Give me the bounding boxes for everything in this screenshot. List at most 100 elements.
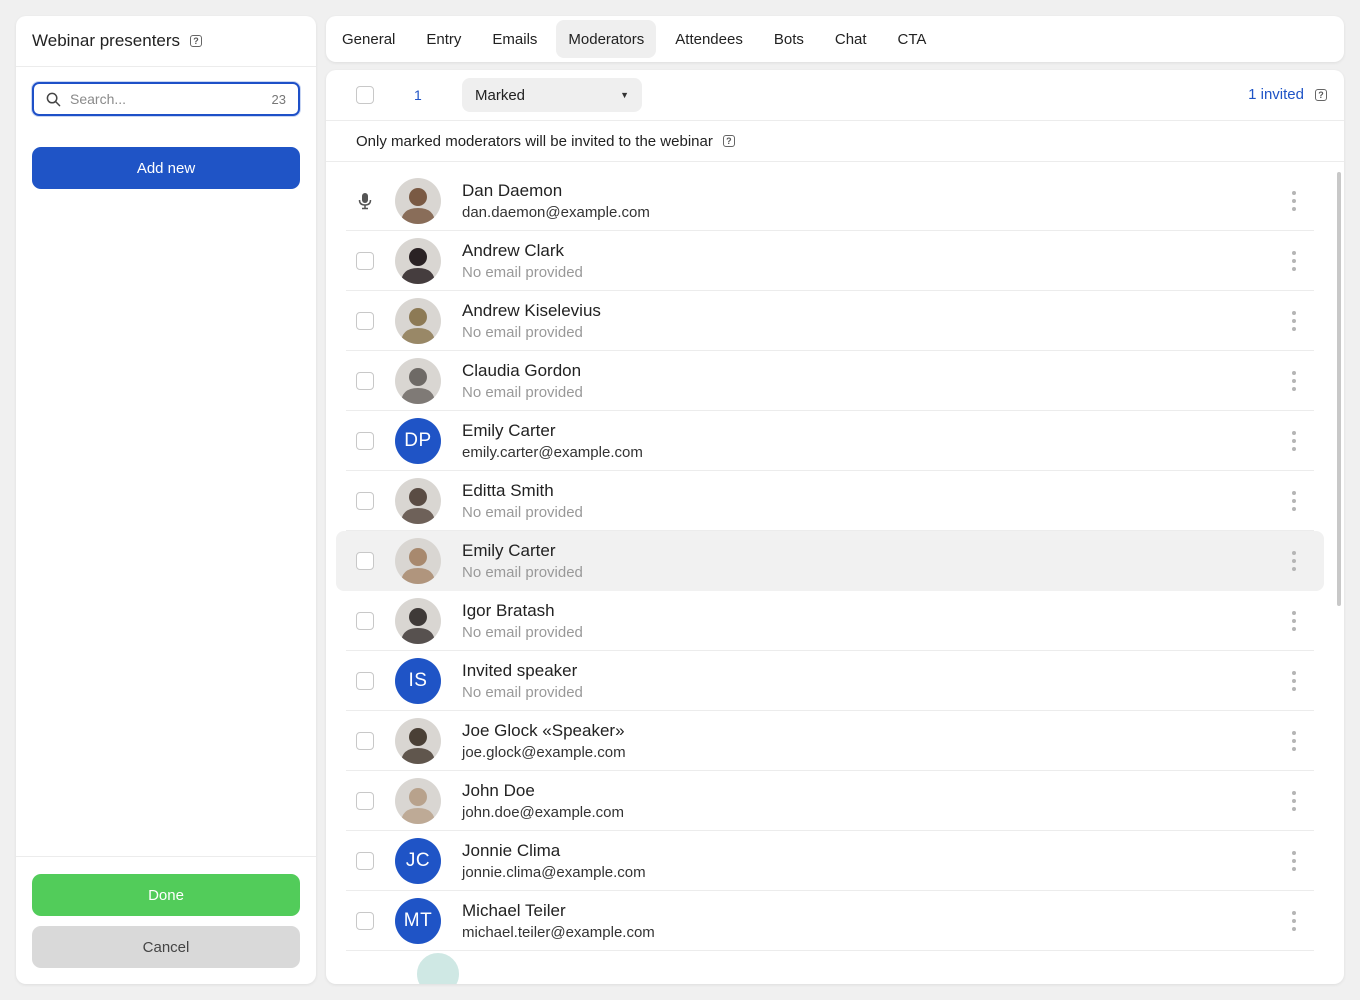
selected-count: 1 [414,87,422,103]
done-button[interactable]: Done [32,874,300,916]
tab-moderators[interactable]: Moderators [556,20,657,58]
avatar [395,238,441,284]
more-options-icon[interactable] [1292,191,1296,211]
moderator-email: No email provided [462,624,583,641]
avatar: IS [395,658,441,704]
caret-down-icon: ▼ [620,90,629,100]
moderator-row[interactable]: Andrew Kiselevius No email provided [346,291,1314,351]
cancel-button[interactable]: Cancel [32,926,300,968]
moderator-row[interactable]: Dan Daemon dan.daemon@example.com [346,171,1314,231]
search-count: 23 [271,91,286,107]
more-options-icon[interactable] [1292,791,1296,811]
scrollbar[interactable] [1337,172,1341,606]
search-input[interactable] [70,91,272,107]
moderator-row[interactable]: Joe Glock «Speaker» joe.glock@example.com [346,711,1314,771]
moderator-email: dan.daemon@example.com [462,204,650,221]
moderator-email: michael.teiler@example.com [462,924,655,941]
avatar: DP [395,418,441,464]
search-icon [46,92,61,106]
help-icon[interactable]: ? [722,135,735,147]
moderator-name: Joe Glock «Speaker» [462,721,625,740]
moderator-email: emily.carter@example.com [462,444,643,461]
more-options-icon[interactable] [1292,911,1296,931]
select-checkbox[interactable] [356,672,374,690]
tab-emails[interactable]: Emails [480,20,549,58]
avatar-initials: DP [404,430,432,451]
settings-tabs: General Entry Emails Moderators Attendee… [326,16,1344,62]
more-options-icon[interactable] [1292,491,1296,511]
avatar [395,538,441,584]
more-options-icon[interactable] [1292,611,1296,631]
help-icon[interactable]: ? [1315,89,1327,101]
select-checkbox[interactable] [356,252,374,270]
more-options-icon[interactable] [1292,671,1296,691]
select-all-checkbox[interactable] [356,86,374,104]
avatar [395,598,441,644]
tab-cta[interactable]: CTA [886,20,939,58]
select-checkbox[interactable] [356,612,374,630]
avatar [395,358,441,404]
more-options-icon[interactable] [1292,431,1296,451]
panel-footer: Done Cancel [16,856,316,984]
moderator-name: Invited speaker [462,661,578,680]
moderator-row[interactable]: IS Invited speaker No email provided [346,651,1314,711]
info-row: Only marked moderators will be invited t… [326,121,1344,162]
moderator-email: john.doe@example.com [462,804,624,821]
moderator-email: No email provided [462,264,583,281]
moderator-name: Igor Bratash [462,601,555,620]
tab-chat[interactable]: Chat [823,20,879,58]
filter-value: Marked [475,86,526,104]
select-checkbox[interactable] [356,552,374,570]
moderator-row[interactable]: JC Jonnie Clima jonnie.clima@example.com [346,831,1314,891]
moderators-toolbar: 1 Marked ▼ 1 invited ? [326,70,1344,121]
help-icon[interactable]: ? [190,35,203,47]
moderator-name: Claudia Gordon [462,361,582,380]
moderator-row[interactable]: Igor Bratash No email provided [346,591,1314,651]
filter-select[interactable]: Marked ▼ [462,78,642,112]
select-checkbox[interactable] [356,492,374,510]
search-box[interactable]: 23 [32,82,300,116]
select-checkbox[interactable] [356,312,374,330]
more-options-icon[interactable] [1292,851,1296,871]
more-options-icon[interactable] [1292,311,1296,331]
moderator-row[interactable]: DP Emily Carter emily.carter@example.com [346,411,1314,471]
moderator-row[interactable]: Emily Carter No email provided [336,531,1324,591]
select-checkbox[interactable] [356,852,374,870]
invited-link[interactable]: 1 invited [1248,86,1304,103]
avatar: MT [395,898,441,944]
moderator-name: Dan Daemon [462,181,563,200]
moderator-row[interactable] [346,951,1314,984]
select-checkbox[interactable] [356,792,374,810]
more-options-icon[interactable] [1292,251,1296,271]
panel-title: Webinar presenters [32,31,181,50]
moderator-name: Andrew Kiselevius [462,301,601,320]
moderator-row[interactable]: Andrew Clark No email provided [346,231,1314,291]
moderator-name: Editta Smith [462,481,554,500]
presenters-panel: Webinar presenters ? 23 Add new Done Can… [16,16,316,984]
more-options-icon[interactable] [1292,551,1296,571]
moderator-email: No email provided [462,324,583,341]
avatar [395,718,441,764]
moderator-row[interactable]: Claudia Gordon No email provided [346,351,1314,411]
tab-bots[interactable]: Bots [762,20,816,58]
moderator-email: No email provided [462,684,583,701]
add-new-button[interactable]: Add new [32,147,300,189]
moderator-name: John Doe [462,781,535,800]
more-options-icon[interactable] [1292,731,1296,751]
select-checkbox[interactable] [356,372,374,390]
tab-entry[interactable]: Entry [414,20,473,58]
more-options-icon[interactable] [1292,371,1296,391]
tab-general[interactable]: General [330,20,407,58]
moderators-list: Dan Daemon dan.daemon@example.com Andrew C… [326,171,1334,984]
select-checkbox[interactable] [356,732,374,750]
tab-attendees[interactable]: Attendees [663,20,755,58]
moderator-row[interactable]: Editta Smith No email provided [346,471,1314,531]
moderator-row[interactable]: MT Michael Teiler michael.teiler@example.c… [346,891,1314,951]
avatar [395,178,441,224]
select-checkbox[interactable] [356,912,374,930]
panel-header: Webinar presenters ? [16,16,316,67]
avatar-initials: IS [408,670,428,691]
select-checkbox[interactable] [356,432,374,450]
moderator-name: Jonnie Clima [462,841,561,860]
moderator-row[interactable]: John Doe john.doe@example.com [346,771,1314,831]
